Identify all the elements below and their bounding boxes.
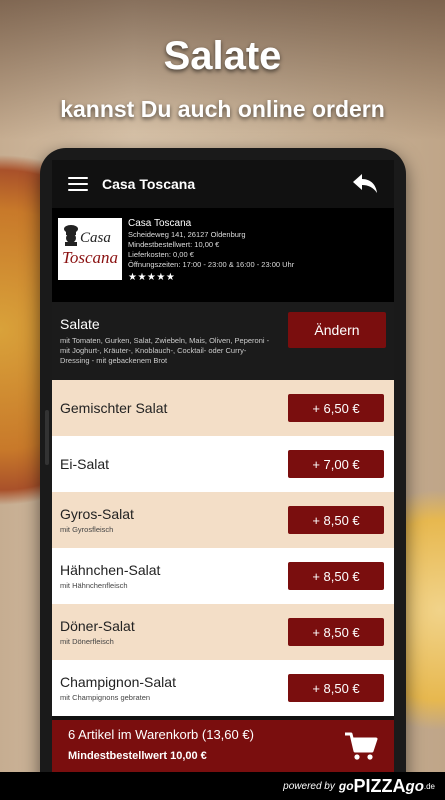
add-to-cart-button[interactable]: + 8,50 € xyxy=(288,506,384,534)
menu-item[interactable]: Döner-Salat mit Dönerfleisch + 8,50 € xyxy=(52,604,394,660)
logo-text-toscana: Toscana xyxy=(62,248,119,267)
category-header: Salate mit Tomaten, Gurken, Salat, Zwieb… xyxy=(52,302,394,380)
add-to-cart-button[interactable]: + 8,50 € xyxy=(288,562,384,590)
back-arrow-icon[interactable] xyxy=(352,172,378,194)
restaurant-min-order: Mindestbestellwert: 10,00 € xyxy=(128,240,220,249)
menu-item-description: mit Gyrosfleisch xyxy=(60,525,114,534)
footer-de-text: .de xyxy=(423,781,435,791)
cart-min-order: Mindestbestellwert 10,00 € xyxy=(68,750,207,762)
restaurant-opening-hours: Öffnungszeiten: 17:00 - 23:00 & 16:00 - … xyxy=(128,260,295,269)
phone-side-button xyxy=(45,410,49,465)
add-to-cart-button[interactable]: + 8,50 € xyxy=(288,674,384,702)
app-title: Casa Toscana xyxy=(102,176,196,192)
restaurant-logo: Casa Toscana xyxy=(58,218,122,280)
promo-headline: Salate xyxy=(163,34,282,78)
footer-pizza-text: PIZZA xyxy=(353,775,406,796)
add-to-cart-button[interactable]: + 8,50 € xyxy=(288,618,384,646)
restaurant-address: Scheideweg 141, 26127 Oldenburg xyxy=(128,230,246,239)
menu-item[interactable]: Hähnchen-Salat mit Hähnchenfleisch + 8,5… xyxy=(52,548,394,604)
menu-item[interactable]: Ei-Salat + 7,00 € xyxy=(52,436,394,492)
add-to-cart-button[interactable]: + 7,00 € xyxy=(288,450,384,478)
footer-go2-text: go xyxy=(405,777,424,795)
menu-item-name: Hähnchen-Salat xyxy=(60,562,161,578)
menu-item-name: Ei-Salat xyxy=(60,456,110,472)
logo-text-casa: Casa xyxy=(80,230,111,246)
add-to-cart-button[interactable]: + 6,50 € xyxy=(288,394,384,422)
menu-item-name: Gyros-Salat xyxy=(60,506,134,522)
footer-go-text: go xyxy=(338,779,354,793)
footer-powered-text: powered by xyxy=(283,780,335,792)
restaurant-delivery-cost: Lieferkosten: 0,00 € xyxy=(128,250,194,259)
menu-item[interactable]: Gemischter Salat + 6,50 € xyxy=(52,380,394,436)
footer-branding: powered by go PIZZA go .de xyxy=(0,772,445,800)
menu-item-description: mit Hähnchenfleisch xyxy=(60,581,128,590)
category-description: mit Tomaten, Gurken, Salat, Zwiebeln, Ma… xyxy=(60,336,270,365)
category-title: Salate xyxy=(60,316,100,332)
shopping-cart-icon[interactable] xyxy=(344,732,378,762)
menu-item-description: mit Dönerfleisch xyxy=(60,637,114,646)
menu-item-description: mit Champignons gebraten xyxy=(60,693,151,702)
menu-item-name: Champignon-Salat xyxy=(60,674,176,690)
change-category-button[interactable]: Ändern xyxy=(288,312,386,348)
promo-subline: kannst Du auch online ordern xyxy=(60,96,385,122)
app-screen: Casa Toscana Casa Toscana Casa Toscana S… xyxy=(52,160,394,780)
restaurant-name: Casa Toscana xyxy=(128,218,192,229)
menu-item-name: Gemischter Salat xyxy=(60,400,168,416)
menu-item[interactable]: Gyros-Salat mit Gyrosfleisch + 8,50 € xyxy=(52,492,394,548)
restaurant-info: Casa Toscana Scheideweg 141, 26127 Olden… xyxy=(128,218,294,302)
rating-stars: ★★★★★ xyxy=(128,272,176,283)
cart-bar[interactable]: 6 Artikel im Warenkorb (13,60 €) Mindest… xyxy=(52,720,394,772)
menu-item[interactable]: Champignon-Salat mit Champignons gebrate… xyxy=(52,660,394,716)
chef-icon xyxy=(64,225,78,246)
cart-summary: 6 Artikel im Warenkorb (13,60 €) xyxy=(68,727,254,742)
menu-icon[interactable] xyxy=(68,177,88,191)
restaurant-header: Casa Toscana Casa Toscana Scheideweg 141… xyxy=(52,208,394,302)
app-bar: Casa Toscana xyxy=(52,160,394,208)
menu-item-name: Döner-Salat xyxy=(60,618,135,634)
